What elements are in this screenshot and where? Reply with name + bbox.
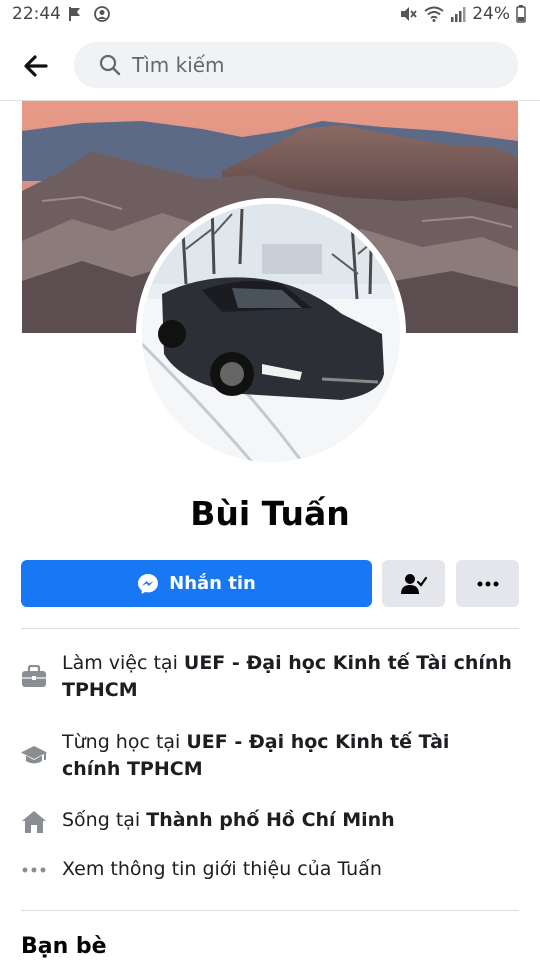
intro-work-prefix: Làm việc tại	[62, 652, 184, 674]
intro-study-prefix: Từng học tại	[62, 731, 187, 753]
friends-section-heading: Bạn bè	[21, 934, 107, 959]
graduation-cap-icon	[20, 742, 48, 770]
intro-live-place-link[interactable]: Thành phố Hồ Chí Minh	[146, 809, 394, 831]
intro-live-text: Sống tại Thành phố Hồ Chí Minh	[62, 807, 512, 834]
status-bar: 22:44 24%	[0, 0, 540, 30]
messenger-icon	[138, 573, 159, 594]
home-icon	[20, 808, 48, 836]
arrow-left-icon	[24, 55, 48, 77]
status-time: 22:44	[12, 4, 61, 24]
battery-percent: 24%	[472, 4, 510, 24]
mute-icon	[401, 7, 417, 21]
briefcase-icon	[20, 663, 48, 691]
intro-work-text: Làm việc tại UEF - Đại học Kinh tế Tài c…	[62, 650, 512, 704]
divider	[21, 628, 519, 629]
more-options-button[interactable]	[456, 560, 519, 607]
signal-icon	[451, 7, 466, 22]
friends-status-button[interactable]	[382, 560, 445, 607]
account-circle-icon	[94, 6, 110, 22]
divider	[21, 910, 519, 911]
status-system-icons: 24%	[400, 4, 526, 24]
profile-name: Bùi Tuấn	[190, 494, 350, 533]
battery-icon	[516, 5, 526, 23]
back-button[interactable]	[18, 48, 54, 84]
search-icon	[99, 54, 121, 76]
status-notification-icons	[68, 6, 110, 22]
search-placeholder: Tìm kiếm	[132, 53, 225, 77]
top-navigation-bar: Tìm kiếm	[0, 30, 540, 101]
sports-car-photo	[142, 204, 400, 462]
see-about-info-link[interactable]: Xem thông tin giới thiệu của Tuấn	[62, 856, 512, 883]
intro-live-prefix: Sống tại	[62, 809, 147, 831]
intro-study-text: Từng học tại UEF - Đại học Kinh tế Tài c…	[62, 729, 512, 783]
message-button-label: Nhắn tin	[169, 573, 256, 594]
friend-check-icon	[400, 573, 427, 594]
more-horizontal-icon	[477, 581, 498, 586]
profile-picture-frame[interactable]	[136, 198, 406, 468]
search-input[interactable]: Tìm kiếm	[74, 42, 518, 88]
profile-picture[interactable]	[142, 204, 400, 462]
ellipsis-icon	[20, 856, 48, 884]
message-button[interactable]: Nhắn tin	[21, 560, 372, 607]
wifi-icon	[424, 6, 444, 22]
flag-notification-icon	[69, 7, 80, 21]
